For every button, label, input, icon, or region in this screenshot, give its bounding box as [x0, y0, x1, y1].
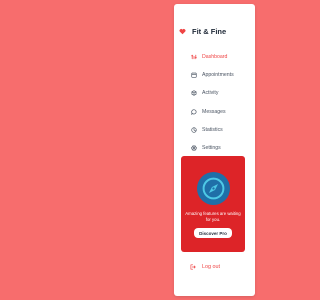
sidebar-item-label: Activity: [202, 90, 219, 97]
promo-text: Amazing features are waiting for you.: [185, 211, 241, 222]
logout-icon: [190, 263, 197, 270]
pie-chart-icon: [190, 126, 197, 133]
activity-icon: [190, 90, 197, 97]
sidebar-item-appointments[interactable]: Appointments: [190, 66, 252, 84]
brand[interactable]: Fit & Fine: [178, 27, 226, 36]
dashboard-icon: [190, 54, 197, 61]
sidebar: Fit & Fine Dashboard Appointments Activi…: [174, 4, 255, 296]
compass-icon: [196, 172, 230, 205]
sidebar-item-activity[interactable]: Activity: [190, 84, 252, 102]
heart-icon: [178, 28, 186, 36]
sidebar-item-statistics[interactable]: Statistics: [190, 121, 252, 139]
sidebar-item-label: Messages: [202, 108, 226, 115]
sidebar-item-dashboard[interactable]: Dashboard: [190, 48, 252, 66]
sidebar-item-label: Statistics: [202, 126, 223, 133]
sidebar-nav: Dashboard Appointments Activity Messages…: [190, 48, 252, 157]
logout-button[interactable]: Log out: [190, 263, 220, 270]
sidebar-item-label: Appointments: [202, 72, 234, 79]
app-page: Fit & Fine Dashboard Appointments Activi…: [0, 0, 267, 300]
logout-label: Log out: [202, 263, 220, 270]
sidebar-item-label: Settings: [202, 145, 221, 152]
calendar-icon: [190, 72, 197, 79]
sidebar-item-label: Dashboard: [202, 54, 228, 61]
sidebar-item-messages[interactable]: Messages: [190, 103, 252, 121]
message-icon: [190, 108, 197, 115]
brand-name: Fit & Fine: [192, 27, 227, 36]
gear-icon: [190, 145, 197, 152]
promo-card: Amazing features are waiting for you. Di…: [181, 156, 245, 252]
sidebar-item-settings[interactable]: Settings: [190, 139, 252, 157]
discover-pro-button[interactable]: Discover Pro: [194, 228, 232, 239]
